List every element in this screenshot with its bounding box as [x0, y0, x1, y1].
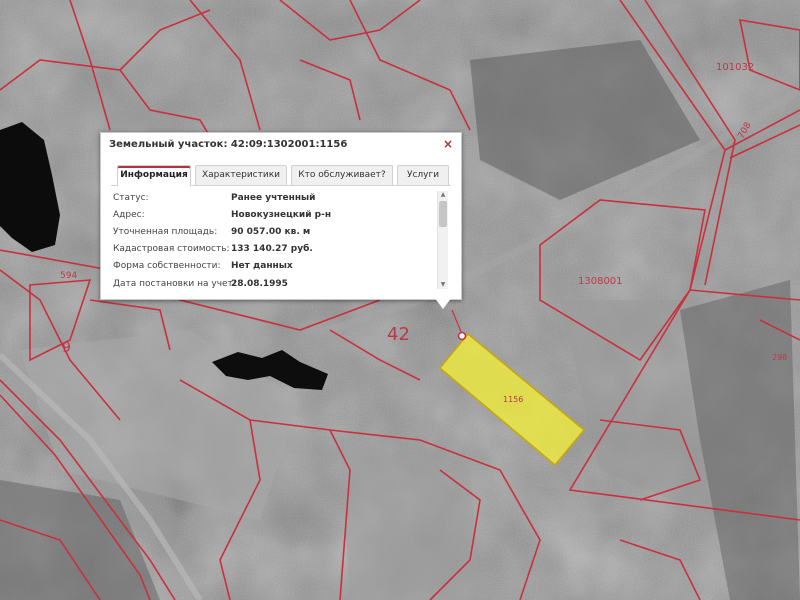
popup-pointer	[434, 297, 452, 309]
info-key: Форма собственности:	[113, 261, 221, 271]
info-key: Адрес:	[113, 210, 145, 220]
content-scrollbar[interactable]: ▲ ▼	[437, 191, 448, 289]
tab-services[interactable]: Услуги	[397, 165, 449, 185]
label-parcel-298: 298	[772, 353, 787, 362]
info-value: Ранее учтенный	[231, 193, 316, 203]
tab-who-serves[interactable]: Кто обслуживает?	[291, 165, 393, 185]
scroll-thumb[interactable]	[439, 201, 447, 227]
info-content: Статус: Ранее учтенный Адрес: Новокузнец…	[113, 191, 435, 289]
chevron-down-icon[interactable]: ▼	[438, 281, 448, 289]
popup-tabs: Информация Характеристики Кто обслуживае…	[111, 165, 451, 186]
popup-title: Земельный участок: 42:09:1302001:1156	[109, 139, 348, 150]
label-quarter-1308001: 1308001	[578, 276, 623, 287]
tab-info[interactable]: Информация	[117, 165, 191, 186]
close-icon[interactable]: ×	[443, 137, 453, 151]
info-value: 133 140.27 руб.	[231, 244, 313, 254]
parcel-info-popup: Земельный участок: 42:09:1302001:1156 × …	[100, 132, 462, 309]
cadastral-map[interactable]: 42 1308001 101032 1156 594 9 298 708	[0, 0, 800, 600]
info-key: Кадастровая стоимость:	[113, 244, 230, 254]
label-quarter-101032: 101032	[716, 62, 754, 73]
label-district-42: 42	[387, 324, 410, 345]
label-parcel-1156: 1156	[503, 395, 523, 404]
info-key: Дата постановки на учет:	[113, 279, 236, 289]
info-value: 90 057.00 кв. м	[231, 227, 311, 237]
info-value: Нет данных	[231, 261, 293, 271]
chevron-up-icon[interactable]: ▲	[438, 191, 448, 199]
info-value: 28.08.1995	[231, 279, 288, 289]
info-value: Новокузнецкий р-н	[231, 210, 332, 220]
label-parcel-594: 594	[60, 271, 77, 281]
label-parcel-9: 9	[62, 340, 71, 356]
info-key: Уточненная площадь:	[113, 227, 218, 237]
tab-characteristics[interactable]: Характеристики	[195, 165, 287, 185]
info-key: Статус:	[113, 193, 149, 203]
